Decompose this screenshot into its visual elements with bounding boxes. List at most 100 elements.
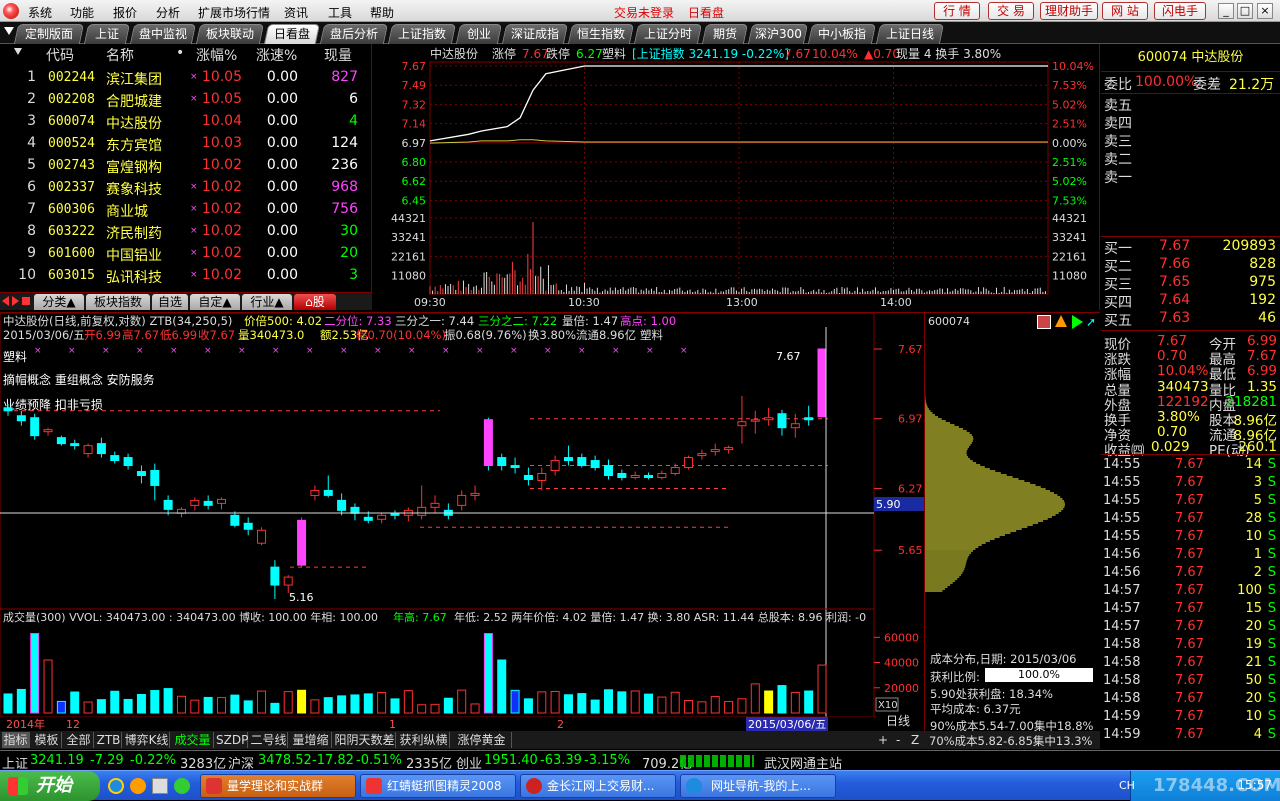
menu-info[interactable]: 资讯 <box>284 4 308 21</box>
ie-quicklaunch-icon[interactable] <box>108 778 124 794</box>
scroll-left-icon[interactable] <box>2 296 9 306</box>
tab-sector-linkage[interactable]: 板块联动 <box>195 24 265 44</box>
volume-bar <box>30 633 40 714</box>
tab-shanghai[interactable]: 上证 <box>83 24 131 44</box>
stock-row[interactable]: 5 002743 富煌钢构 10.02 0.00 236 <box>0 154 372 176</box>
tab-intraday-monitor[interactable]: 盘中监视 <box>129 24 197 44</box>
tab-sz-component[interactable]: 深证成指 <box>501 24 569 44</box>
indicator-tab[interactable]: 量增缩 <box>290 732 332 748</box>
tick-price: 7.67 <box>1175 511 1204 526</box>
sort-arrow-icon[interactable] <box>14 48 22 55</box>
start-button[interactable]: 开始 <box>0 771 100 801</box>
app-quicklaunch-icon[interactable] <box>174 778 190 794</box>
period-label[interactable]: 日线 <box>886 714 910 728</box>
menu-analysis[interactable]: 分析 <box>156 4 180 21</box>
indicator-tab[interactable]: 成交量 <box>172 732 214 748</box>
list-tab-sector-index[interactable]: 板块指数 <box>86 294 150 310</box>
candle-body <box>70 443 80 447</box>
stock-row[interactable]: 8 603222 济民制药 × 10.02 0.00 30 <box>0 220 372 242</box>
intraday-chart[interactable]: 中达股份 涨停 7.67 跌停 6.27 塑料 [上证指数 3241.19 -0… <box>374 44 1100 310</box>
indicator-tab[interactable]: 博弈K线 <box>124 732 170 748</box>
finance-assistant-button[interactable]: 理财助手 <box>1040 2 1098 20</box>
task-screenshot-tool[interactable]: 红蜻蜓抓图精灵2008 <box>360 774 516 798</box>
kline-panel: 中达股份(日线,前复权,对数) ZTB(34,250,5) 价倍500: 4.0… <box>0 312 1100 733</box>
media-quicklaunch-icon[interactable] <box>130 778 146 794</box>
price-tick-label: 6.62 <box>402 175 427 188</box>
price-tick-label: 7.67 <box>402 60 427 73</box>
minimize-icon[interactable]: _ <box>1218 3 1234 19</box>
tab-hang-seng[interactable]: 恒生指数 <box>567 24 635 44</box>
indicator-tab[interactable]: 指标 <box>2 732 30 748</box>
volume-bar <box>670 691 680 714</box>
scroll-right-icon[interactable] <box>12 296 19 306</box>
signal-marker: × <box>272 346 280 356</box>
col-header-code[interactable]: 代码 <box>46 45 74 65</box>
stock-row[interactable]: 7 600306 商业城 × 10.02 0.00 756 <box>0 198 372 220</box>
dropdown-arrow-icon[interactable] <box>4 27 14 35</box>
cost-toolbar-flag-icon[interactable] <box>1072 315 1083 329</box>
zoom-z-button[interactable]: Z <box>911 733 919 747</box>
menu-function[interactable]: 功能 <box>70 4 94 21</box>
col-header-name[interactable]: 名称 <box>106 45 134 65</box>
stock-row[interactable]: 9 601600 中国铝业 × 10.02 0.00 20 <box>0 242 372 264</box>
website-button[interactable]: 网 站 <box>1102 2 1148 20</box>
indicator-tab[interactable]: 全部 <box>64 732 94 748</box>
cost-toolbar-book-icon[interactable] <box>1037 315 1051 329</box>
zoom-out-button[interactable]: - <box>896 733 900 747</box>
col-header-change-pct[interactable]: 涨幅% <box>196 45 237 65</box>
indicator-tab[interactable]: SZDP <box>216 732 248 748</box>
stock-row[interactable]: 2 002208 合肥城建 × 10.05 0.00 6 <box>0 88 372 110</box>
cost-toolbar-mountain-icon[interactable] <box>1055 315 1067 327</box>
market-button[interactable]: 行 情 <box>934 2 980 20</box>
list-tab-watchlist[interactable]: 自选 <box>152 294 188 310</box>
indicator-tab[interactable]: 模板 <box>32 732 62 748</box>
stock-row[interactable]: 1 002244 滨江集团 × 10.05 0.00 827 <box>0 66 372 88</box>
flash-trade-button[interactable]: 闪电手 <box>1154 2 1206 20</box>
menu-quote[interactable]: 报价 <box>113 4 137 21</box>
col-header-speed-pct[interactable]: 涨速% <box>256 45 297 65</box>
stock-row[interactable]: 4 000524 东方宾馆 10.03 0.00 124 <box>0 132 372 154</box>
menu-tools[interactable]: 工具 <box>328 4 352 21</box>
list-tab-category[interactable]: 分类▲ <box>34 294 84 310</box>
trade-button[interactable]: 交 易 <box>988 2 1034 20</box>
menu-extended-market[interactable]: 扩展市场行情 <box>198 4 270 21</box>
list-tab-custom[interactable]: 自定▲ <box>190 294 240 310</box>
tab-custom-layout[interactable]: 定制版面 <box>13 24 85 44</box>
tab-hs300[interactable]: 深沪300 <box>747 24 809 44</box>
tab-daily-view[interactable]: 日看盘 <box>263 24 321 44</box>
desktop-quicklaunch-icon[interactable] <box>152 778 168 794</box>
task-browser[interactable]: 网址导航-我的上... <box>680 774 836 798</box>
tab-sme-index[interactable]: 中小板指 <box>807 24 877 44</box>
menu-help[interactable]: 帮助 <box>370 4 394 21</box>
indicator-tab[interactable]: 涨停黄金柱 <box>452 732 512 763</box>
tab-futures[interactable]: 期货 <box>701 24 749 44</box>
stop-icon[interactable] <box>22 297 30 305</box>
list-tab-industry[interactable]: 行业▲ <box>242 294 292 310</box>
cost-toolbar-arrow-icon[interactable]: ➚ <box>1086 315 1096 329</box>
tab-chinext[interactable]: 创业 <box>455 24 503 44</box>
close-icon[interactable]: × <box>1257 3 1273 19</box>
list-tab-stock[interactable]: ⌂股 <box>294 294 336 310</box>
indicator-tab[interactable]: 二号线 <box>250 732 288 748</box>
tick-row: 14:58 7.67 50 S <box>1101 672 1280 690</box>
menu-system[interactable]: 系统 <box>28 4 52 21</box>
indicator-tab[interactable]: ZTB <box>96 732 122 748</box>
zoom-in-button[interactable]: + <box>878 733 888 747</box>
tab-sh-daily[interactable]: 上证日线 <box>875 24 945 44</box>
task-trading-app[interactable]: 金长江网上交易财... <box>520 774 676 798</box>
task-group-chat[interactable]: 量学理论和实战群 <box>200 774 356 798</box>
stock-row[interactable]: 3 600074 中达股份 10.04 0.00 4 <box>0 110 372 132</box>
stock-row[interactable]: 10 603015 弘讯科技 × 10.02 0.00 3 <box>0 264 372 286</box>
buy-level: 买五 7.63 46 <box>1101 310 1280 329</box>
profit-ratio-field[interactable]: 100.0% <box>985 668 1093 682</box>
col-header-current-volume[interactable]: 现量 <box>324 45 352 65</box>
change-speed: 0.00 <box>266 179 298 195</box>
stock-row[interactable]: 6 002337 赛象科技 × 10.02 0.00 968 <box>0 176 372 198</box>
maximize-icon[interactable]: □ <box>1237 3 1253 19</box>
tab-sh-index[interactable]: 上证指数 <box>387 24 457 44</box>
tab-after-market[interactable]: 盘后分析 <box>319 24 389 44</box>
indicator-tab[interactable]: 获利纵横 <box>398 732 450 748</box>
tab-sh-timeshare[interactable]: 上证分时 <box>633 24 703 44</box>
indicator-tab[interactable]: 阳阴天数差 <box>334 732 396 748</box>
ime-indicator[interactable]: CH <box>1119 779 1135 792</box>
